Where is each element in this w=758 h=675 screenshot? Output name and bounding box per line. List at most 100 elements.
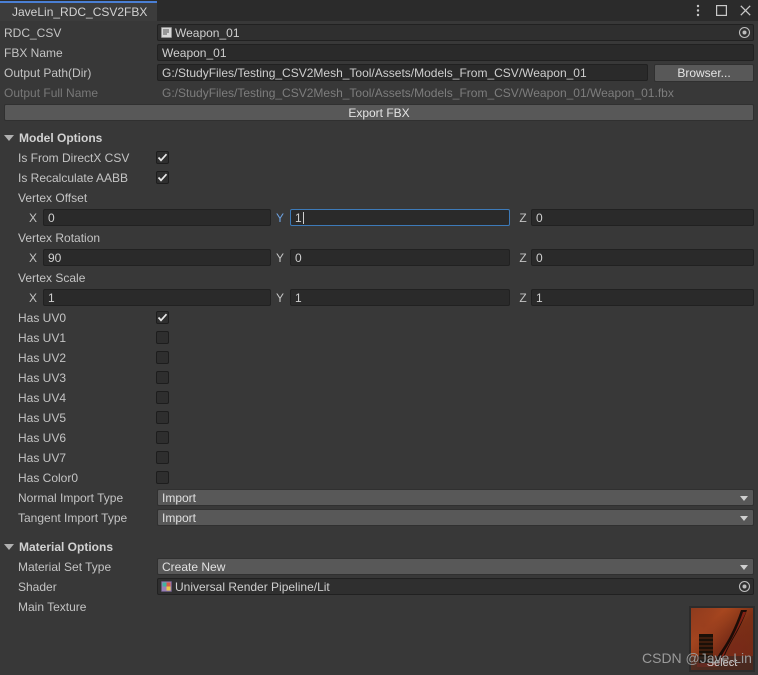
vertex-rotation-z-value: 0 [536, 250, 543, 265]
shader-icon [161, 581, 172, 592]
has-color0-checkbox[interactable] [156, 471, 169, 484]
vertex-scale-y-value: 1 [295, 290, 302, 305]
rdc-csv-object-field[interactable]: Weapon_01 [157, 24, 754, 41]
row-vertex-offset-fields: X 0 Y 1 Z 0 [0, 208, 758, 228]
has-uv0-label: Has UV0 [18, 311, 67, 325]
maximize-icon[interactable] [715, 4, 728, 17]
has-uv4-label: Has UV4 [18, 391, 67, 405]
vertex-offset-z-input[interactable]: 0 [531, 209, 754, 226]
kebab-menu-icon[interactable] [691, 4, 704, 17]
export-fbx-label: Export FBX [348, 105, 410, 120]
fbx-name-input[interactable]: Weapon_01 [157, 44, 754, 61]
has-uv5-label: Has UV5 [18, 411, 67, 425]
tangent-import-type-dropdown[interactable]: Import [157, 509, 754, 526]
foldout-material-options[interactable]: Material Options [0, 537, 758, 557]
fbx-name-value: Weapon_01 [162, 45, 227, 60]
vertex-scale-y-axis-label: Y [275, 291, 284, 305]
row-tangent-import-type: Tangent Import Type Import [0, 508, 758, 528]
object-picker-icon[interactable] [736, 579, 752, 594]
vertex-rotation-z-axis-label: Z [519, 251, 527, 265]
has-uv4-checkbox[interactable] [156, 391, 169, 404]
vertex-offset-z-value: 0 [536, 210, 543, 225]
vertex-offset-label: Vertex Offset [18, 191, 88, 205]
model-options-title: Model Options [19, 131, 103, 145]
has-uv6-checkbox[interactable] [156, 431, 169, 444]
chevron-down-icon [4, 544, 14, 550]
browser-button[interactable]: Browser... [654, 64, 754, 82]
fbx-name-label: FBX Name [4, 46, 63, 60]
window-titlebar: JaveLin_RDC_CSV2FBX [0, 0, 758, 21]
vertex-scale-x-input[interactable]: 1 [43, 289, 271, 306]
vertex-rotation-y-value: 0 [295, 250, 302, 265]
vertex-offset-x-input[interactable]: 0 [43, 209, 271, 226]
has-uv1-checkbox[interactable] [156, 331, 169, 344]
output-full-name-value: G:/StudyFiles/Testing_CSV2Mesh_Tool/Asse… [162, 85, 674, 100]
output-path-label: Output Path(Dir) [4, 66, 92, 80]
has-uv5-checkbox[interactable] [156, 411, 169, 424]
chevron-down-icon [4, 135, 14, 141]
rdc-csv-label: RDC_CSV [4, 26, 62, 40]
normal-import-type-dropdown[interactable]: Import [157, 489, 754, 506]
is-from-directx-csv-checkbox[interactable] [156, 151, 169, 164]
has-uv7-label: Has UV7 [18, 451, 67, 465]
material-set-type-dropdown[interactable]: Create New [157, 558, 754, 575]
chevron-down-icon [740, 564, 748, 570]
shader-value: Universal Render Pipeline/Lit [175, 579, 330, 594]
check-icon [157, 313, 168, 322]
output-path-input[interactable]: G:/StudyFiles/Testing_CSV2Mesh_Tool/Asse… [157, 64, 648, 81]
export-fbx-button[interactable]: Export FBX [4, 104, 754, 121]
has-uv2-checkbox[interactable] [156, 351, 169, 364]
row-fbx-name: FBX Name Weapon_01 [0, 43, 758, 63]
has-uv3-label: Has UV3 [18, 371, 67, 385]
browser-button-label: Browser... [677, 66, 731, 80]
output-path-value: G:/StudyFiles/Testing_CSV2Mesh_Tool/Asse… [162, 65, 587, 80]
text-caret [302, 211, 304, 224]
tab-javelin-rdc-csv2fbx[interactable]: JaveLin_RDC_CSV2FBX [0, 1, 158, 21]
row-has-uv2: Has UV2 [0, 348, 758, 368]
material-set-type-value: Create New [162, 559, 226, 574]
row-is-recalculate-aabb: Is Recalculate AABB [0, 168, 758, 188]
vertex-offset-y-input[interactable]: 1 [290, 209, 510, 226]
vertex-rotation-x-input[interactable]: 90 [43, 249, 271, 266]
row-has-uv6: Has UV6 [0, 428, 758, 448]
close-icon[interactable] [739, 4, 752, 17]
vertex-rotation-y-input[interactable]: 0 [290, 249, 510, 266]
check-icon [157, 173, 168, 182]
row-vertex-scale-label: Vertex Scale [0, 268, 758, 288]
has-uv0-checkbox[interactable] [156, 311, 169, 324]
output-full-name-label: Output Full Name [4, 86, 99, 100]
vertex-offset-y-axis-label: Y [275, 211, 284, 225]
main-texture-label: Main Texture [18, 600, 87, 614]
vertex-rotation-z-input[interactable]: 0 [531, 249, 754, 266]
row-main-texture: Main Texture [0, 597, 758, 617]
vertex-scale-label: Vertex Scale [18, 271, 86, 285]
row-has-uv1: Has UV1 [0, 328, 758, 348]
row-has-uv4: Has UV4 [0, 388, 758, 408]
tangent-import-type-value: Import [162, 510, 197, 525]
row-has-uv3: Has UV3 [0, 368, 758, 388]
vertex-scale-z-input[interactable]: 1 [531, 289, 754, 306]
vertex-offset-x-axis-label: X [28, 211, 37, 225]
normal-import-type-value: Import [162, 490, 197, 505]
vertex-scale-x-value: 1 [48, 290, 55, 305]
foldout-model-options[interactable]: Model Options [0, 128, 758, 148]
has-uv3-checkbox[interactable] [156, 371, 169, 384]
row-vertex-offset-label: Vertex Offset [0, 188, 758, 208]
vertex-rotation-label: Vertex Rotation [18, 231, 101, 245]
row-material-set-type: Material Set Type Create New [0, 557, 758, 577]
rdc-csv-value: Weapon_01 [175, 25, 240, 40]
tangent-import-type-label: Tangent Import Type [18, 511, 128, 525]
vertex-scale-y-input[interactable]: 1 [290, 289, 510, 306]
object-picker-icon[interactable] [736, 25, 752, 40]
is-recalculate-aabb-checkbox[interactable] [156, 171, 169, 184]
is-from-directx-csv-label: Is From DirectX CSV [18, 151, 130, 165]
shader-object-field[interactable]: Universal Render Pipeline/Lit [157, 578, 754, 595]
has-uv7-checkbox[interactable] [156, 451, 169, 464]
row-vertex-rotation-label: Vertex Rotation [0, 228, 758, 248]
vertex-offset-x-value: 0 [48, 210, 55, 225]
vertex-rotation-x-value: 90 [48, 250, 62, 265]
row-rdc-csv: RDC_CSV Weapon_01 [0, 23, 758, 43]
chevron-down-icon [740, 515, 748, 521]
material-set-type-label: Material Set Type [18, 560, 112, 574]
row-is-from-directx-csv: Is From DirectX CSV [0, 148, 758, 168]
